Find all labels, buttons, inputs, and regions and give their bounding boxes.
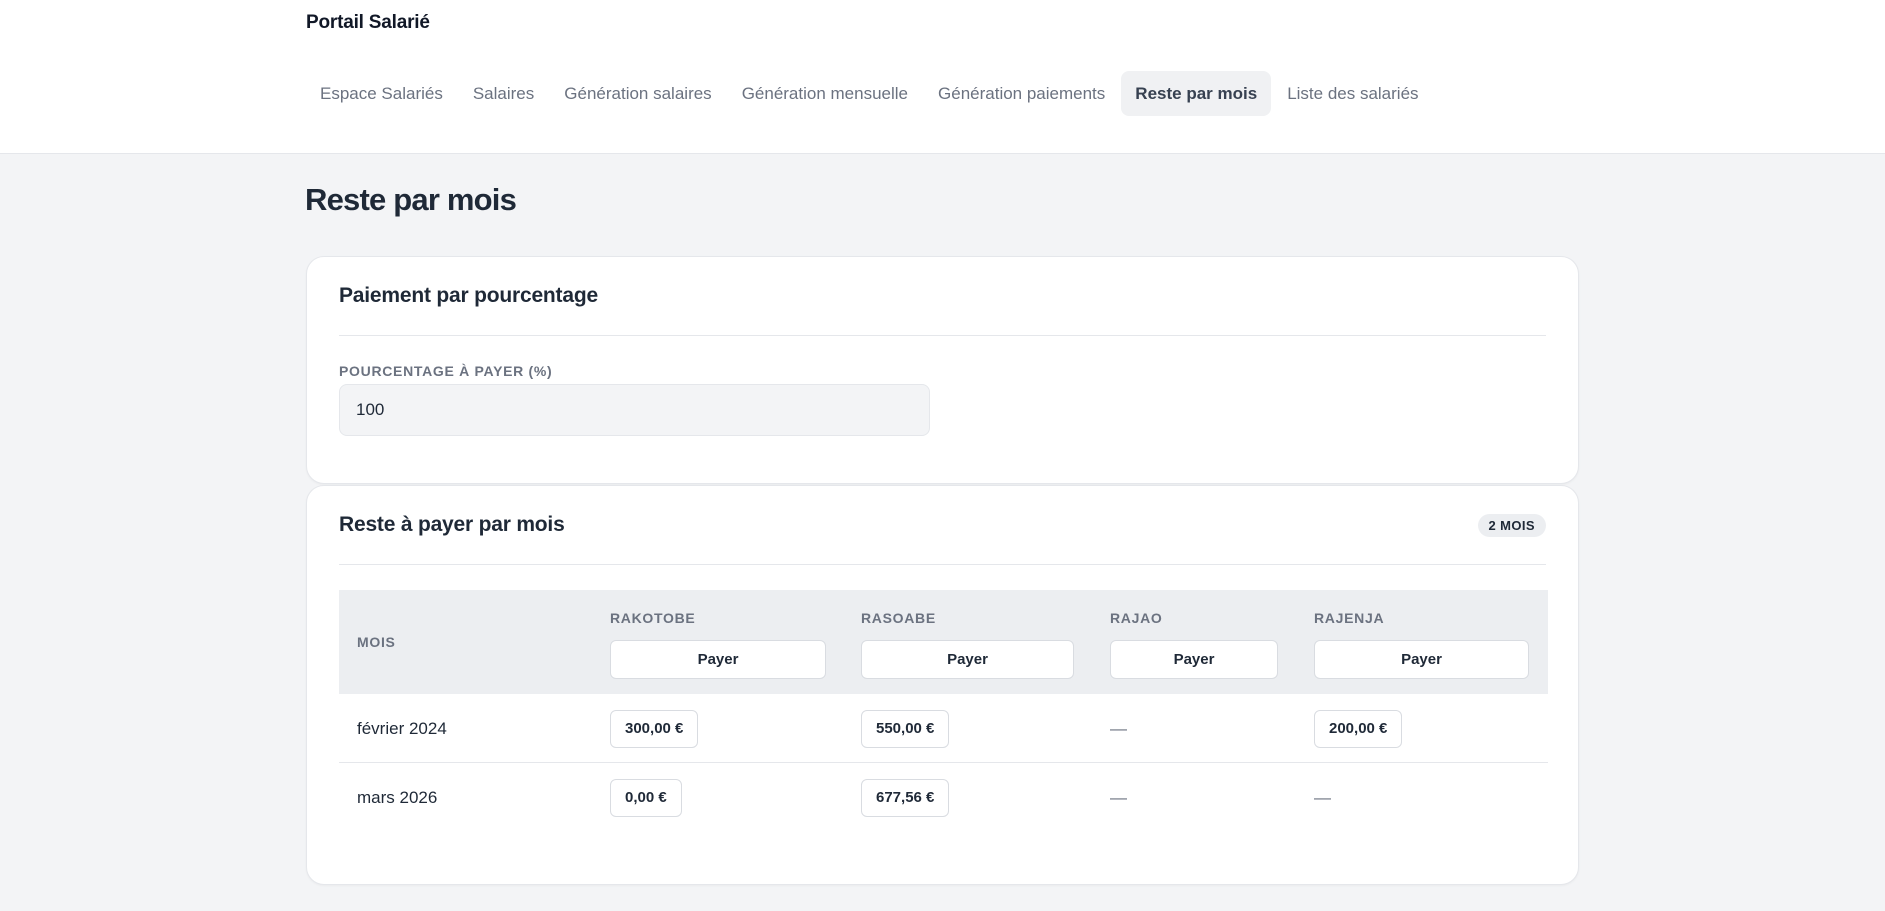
amount-chip[interactable]: 0,00 € <box>610 778 682 817</box>
amount-chip[interactable]: 677,56 € <box>861 778 950 817</box>
column-header-employee: RAJENJA <box>1314 610 1385 626</box>
empty-amount: — <box>1110 718 1127 738</box>
nav-salaires[interactable]: Salaires <box>459 71 548 116</box>
percentage-card-header: Paiement par pourcentage <box>339 257 1546 336</box>
nav-reste-par-mois[interactable]: Reste par mois <box>1121 71 1272 116</box>
nav-liste-des-salaries[interactable]: Liste des salariés <box>1273 71 1432 116</box>
pay-button-rasoabe[interactable]: Payer <box>861 640 1074 679</box>
pay-button-rajenja[interactable]: Payer <box>1314 640 1529 679</box>
nav-generation-salaires[interactable]: Génération salaires <box>550 71 725 116</box>
percentage-input[interactable] <box>339 384 930 436</box>
cell-rajao: — <box>1110 694 1127 763</box>
page-title: Reste par mois <box>305 182 517 217</box>
app-brand[interactable]: Portail Salarié <box>306 12 430 34</box>
top-header: Portail Salarié Espace Salariés Salaires… <box>0 0 1885 154</box>
column-header-employee: RAJAO <box>1110 610 1163 626</box>
percentage-field-label: POURCENTAGE À PAYER (%) <box>339 363 553 379</box>
remaining-table: MOIS RAKOTOBE Payer RASOABE Payer RAJAO … <box>339 590 1548 832</box>
cell-rasoabe: 550,00 € <box>861 694 950 763</box>
pay-button-rajao[interactable]: Payer <box>1110 640 1278 679</box>
column-header-employee: RAKOTOBE <box>610 610 696 626</box>
row-month: mars 2026 <box>357 787 438 807</box>
column-header-employee: RASOABE <box>861 610 936 626</box>
cell-rakotobe: 0,00 € <box>610 763 682 832</box>
cell-rajenja: — <box>1314 763 1331 832</box>
row-month: février 2024 <box>357 718 447 738</box>
remaining-card-header: Reste à payer par mois 2 MOIS <box>339 486 1546 565</box>
amount-chip[interactable]: 200,00 € <box>1314 709 1403 748</box>
pay-button-rakotobe[interactable]: Payer <box>610 640 826 679</box>
table-row: mars 2026 0,00 € 677,56 € — — <box>339 763 1548 832</box>
nav-generation-mensuelle[interactable]: Génération mensuelle <box>728 71 922 116</box>
nav-generation-paiements[interactable]: Génération paiements <box>924 71 1119 116</box>
cell-rakotobe: 300,00 € <box>610 694 699 763</box>
column-header-mois: MOIS <box>357 634 396 650</box>
cell-rajenja: 200,00 € <box>1314 694 1403 763</box>
amount-chip[interactable]: 300,00 € <box>610 709 699 748</box>
table-row: février 2024 300,00 € 550,00 € — 200,00 … <box>339 694 1548 763</box>
percentage-card: Paiement par pourcentage POURCENTAGE À P… <box>306 256 1579 484</box>
month-count-badge: 2 MOIS <box>1477 513 1546 537</box>
table-header: MOIS RAKOTOBE Payer RASOABE Payer RAJAO … <box>339 590 1548 694</box>
percentage-card-title: Paiement par pourcentage <box>339 284 598 307</box>
cell-rasoabe: 677,56 € <box>861 763 950 832</box>
empty-amount: — <box>1110 787 1127 807</box>
remaining-card: Reste à payer par mois 2 MOIS MOIS RAKOT… <box>306 485 1579 885</box>
main-nav: Espace Salariés Salaires Génération sala… <box>306 71 1433 116</box>
cell-rajao: — <box>1110 763 1127 832</box>
nav-espace-salaries[interactable]: Espace Salariés <box>306 71 457 116</box>
amount-chip[interactable]: 550,00 € <box>861 709 950 748</box>
empty-amount: — <box>1314 787 1331 807</box>
remaining-card-title: Reste à payer par mois <box>339 513 565 536</box>
